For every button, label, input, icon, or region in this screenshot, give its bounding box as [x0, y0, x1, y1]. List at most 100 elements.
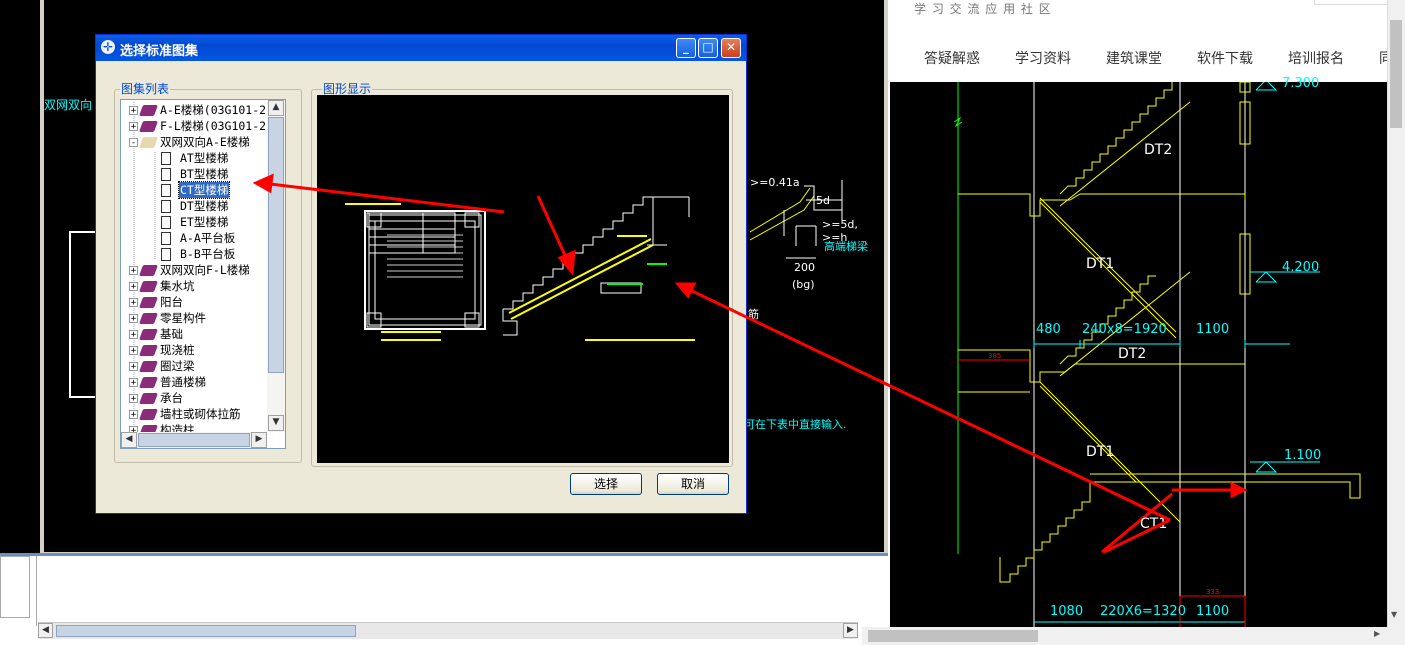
dim-220x6: 220X6=1320 — [1100, 604, 1186, 619]
hscroll-right-icon[interactable]: ▶ — [1374, 629, 1380, 638]
right-cad-canvas[interactable]: DT2 DT1 DT2 DT1 CT1 7.300 4.200 1.100 48… — [890, 76, 1387, 627]
minimize-icon[interactable]: _ — [676, 38, 696, 58]
tree-item[interactable]: + 现浇桩 — [121, 342, 267, 358]
tree-item-label: 圈过梁 — [160, 359, 195, 373]
right-scroll-thumb[interactable] — [1390, 20, 1402, 128]
tree-item[interactable]: + A-E楼梯(03G101-2) — [121, 102, 273, 118]
bg-label-text: (bg) — [792, 278, 815, 291]
nav-software-download[interactable]: 软件下载 — [1197, 48, 1253, 68]
left-side-label: 双网双向 — [44, 98, 93, 112]
tree-vertical-scrollbar[interactable]: ▲ ▼ — [267, 100, 285, 432]
tree-item-label: 双网双向A-E楼梯 — [160, 135, 250, 149]
tree-item[interactable]: + F-L楼梯(03G101-2) — [121, 118, 273, 134]
tree-item[interactable]: - 双网双向A-E楼梯 — [121, 134, 267, 150]
tree-scroll-left-icon[interactable]: ◀ — [121, 432, 137, 448]
tree-item[interactable]: + 集水坑 — [121, 278, 267, 294]
document-icon — [161, 200, 171, 213]
right-vertical-scrollbar[interactable]: ▼ — [1387, 0, 1405, 627]
dialog-titlebar[interactable]: ✛ 选择标准图集 _ □ ✕ — [96, 35, 746, 61]
tree-item-label: F-L楼梯(03G101-2) — [160, 119, 274, 133]
book-icon — [138, 409, 159, 420]
expand-icon[interactable]: + — [129, 266, 138, 276]
dim-5d-text: 5d — [816, 194, 830, 207]
tree-item-label: BT型楼梯 — [180, 167, 229, 181]
tree-item[interactable]: CT型楼梯 — [121, 181, 267, 199]
tree-item[interactable]: + 承台 — [121, 390, 267, 406]
tree-scroll-thumb[interactable] — [268, 117, 284, 373]
right-hscroll-thumb[interactable] — [868, 630, 1038, 642]
stair-label-dt2-mid: DT2 — [1118, 346, 1147, 362]
nav-training-signup[interactable]: 培训报名 — [1288, 48, 1344, 68]
stair-label-ct1: CT1 — [1140, 516, 1168, 532]
document-icon — [161, 248, 171, 261]
tree-item[interactable]: + 零星构件 — [121, 310, 267, 326]
tree-item-label: 墙柱或砌体拉筋 — [160, 407, 241, 421]
expand-icon[interactable]: + — [129, 410, 138, 420]
book-icon — [138, 105, 159, 116]
tree-item[interactable]: B-B平台板 — [121, 246, 267, 262]
tree-scroll-right-icon[interactable]: ▶ — [251, 432, 267, 448]
expand-icon[interactable]: + — [129, 282, 138, 292]
tree-item[interactable]: AT型楼梯 — [121, 150, 267, 166]
elevation-4200: 4.200 — [1282, 260, 1320, 275]
expand-icon[interactable]: + — [129, 378, 138, 388]
tree-horizontal-scrollbar[interactable]: ◀ ▶ — [121, 432, 267, 448]
elevation-1100: 1.100 — [1284, 448, 1322, 463]
close-icon[interactable]: ✕ — [721, 38, 741, 58]
document-icon — [161, 232, 171, 245]
expand-icon[interactable]: + — [129, 330, 138, 340]
document-icon — [161, 216, 171, 229]
tree-item-label: 普通楼梯 — [160, 375, 206, 389]
atlas-tree[interactable]: + A-E楼梯(03G101-2) + F-L楼梯(03G101-2) - 双网双向A-E… — [120, 99, 286, 449]
scroll-down-icon[interactable]: ▼ — [1391, 610, 1397, 619]
tree-item-label: ET型楼梯 — [180, 215, 229, 229]
lower-horizontal-scrollbar[interactable]: ◀ ▶ — [38, 622, 858, 639]
maximize-icon[interactable]: □ — [698, 38, 718, 58]
book-icon — [138, 313, 159, 324]
tree-item[interactable]: + 阳台 — [121, 294, 267, 310]
tree-item[interactable]: + 墙柱或砌体拉筋 — [121, 406, 267, 422]
tree-item[interactable]: + 基础 — [121, 326, 267, 342]
tree-item[interactable]: ET型楼梯 — [121, 214, 267, 230]
expand-icon[interactable]: + — [129, 298, 138, 308]
scroll-right-icon[interactable]: ▶ — [843, 623, 858, 638]
tree-item[interactable]: + 双网双向F-L楼梯 — [121, 262, 267, 278]
preview-drawing — [345, 196, 695, 341]
book-icon — [138, 393, 159, 404]
search-box[interactable] — [1314, 0, 1396, 5]
tree-item[interactable]: + 圈过梁 — [121, 358, 267, 374]
dim-200-text: 200 — [794, 261, 815, 274]
tree-item[interactable]: A-A平台板 — [121, 230, 267, 246]
tree-hscroll-thumb[interactable] — [138, 433, 250, 447]
cancel-button[interactable]: 取消 — [657, 473, 729, 495]
tree-item[interactable]: BT型楼梯 — [121, 166, 267, 182]
community-tagline: 学 习 交 流 应 用 社 区 — [914, 2, 1052, 16]
lower-divider — [36, 556, 37, 626]
scroll-left-icon[interactable]: ◀ — [38, 623, 53, 638]
right-horizontal-scrollbar[interactable]: ▶ — [862, 627, 1405, 645]
tree-scroll-up-icon[interactable]: ▲ — [268, 100, 284, 116]
expand-icon[interactable]: + — [129, 346, 138, 356]
book-icon — [138, 345, 159, 356]
book-icon — [138, 281, 159, 292]
scroll-thumb[interactable] — [56, 625, 356, 637]
tree-item-label: 基础 — [160, 327, 183, 341]
tree-item[interactable]: + 普通楼梯 — [121, 374, 267, 390]
select-button[interactable]: 选择 — [570, 473, 642, 495]
expand-icon[interactable]: + — [129, 122, 138, 132]
nav-qa[interactable]: 答疑解惑 — [924, 48, 980, 68]
tree-scroll-down-icon[interactable]: ▼ — [268, 415, 284, 431]
dim-480: 480 — [1036, 322, 1061, 337]
nav-study-materials[interactable]: 学习资料 — [1015, 48, 1071, 68]
select-atlas-dialog: ✛ 选择标准图集 _ □ ✕ 图集列表 + A-E楼梯(03G101-2) + F-L… — [95, 34, 747, 514]
expand-icon[interactable]: + — [129, 106, 138, 116]
anchor-length-text: >=0.41a — [750, 176, 800, 189]
dialog-title: 选择标准图集 — [120, 44, 199, 59]
expand-icon[interactable]: + — [129, 362, 138, 372]
collapse-icon[interactable]: - — [129, 138, 138, 148]
expand-icon[interactable]: + — [129, 394, 138, 404]
book-icon — [138, 361, 159, 372]
nav-building-class[interactable]: 建筑课堂 — [1106, 48, 1162, 68]
tree-item[interactable]: DT型楼梯 — [121, 198, 267, 214]
expand-icon[interactable]: + — [129, 314, 138, 324]
